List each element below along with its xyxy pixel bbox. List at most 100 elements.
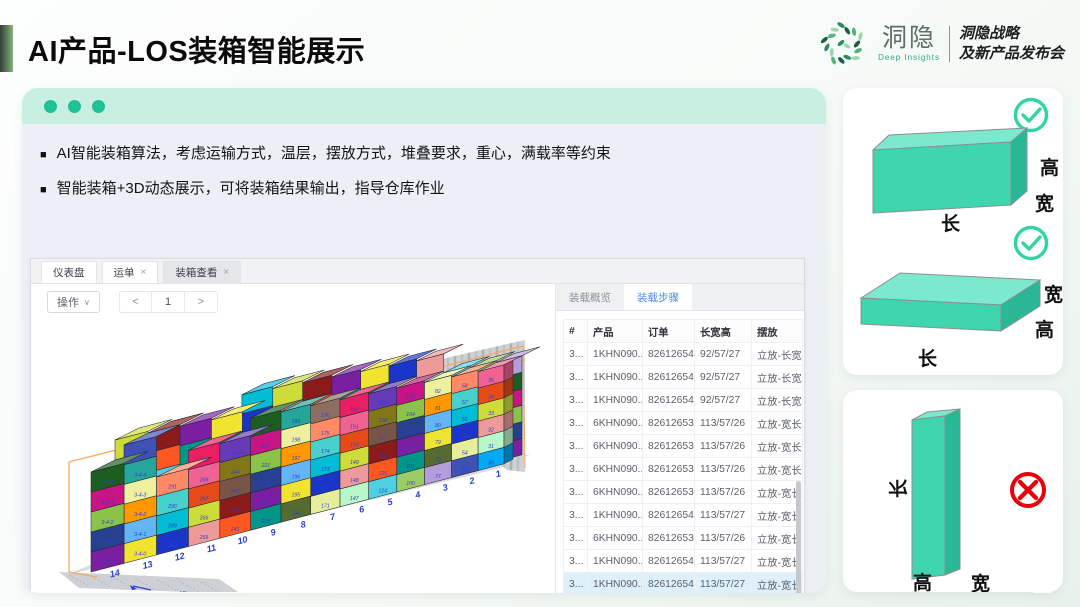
check-icon xyxy=(1016,100,1047,131)
table-cell: 113/57/27 xyxy=(695,573,752,594)
tab-waybill[interactable]: 运单 × xyxy=(102,261,159,283)
table-cell: 立放-长宽 xyxy=(752,343,803,366)
table-row[interactable]: 3...1KHN090...82612654113/57/27立放-宽长 xyxy=(564,550,803,573)
svg-text:101: 101 xyxy=(406,464,415,470)
svg-text:3-4-4: 3-4-4 xyxy=(134,473,146,479)
table-cell: 82612654 xyxy=(643,389,695,412)
svg-text:148: 148 xyxy=(350,478,359,484)
column-header[interactable]: # xyxy=(564,320,588,343)
svg-text:175: 175 xyxy=(321,431,330,437)
column-header[interactable]: 摆放 xyxy=(752,320,803,343)
table-row[interactable]: 3...6KHN090...82612653113/57/26立放-宽长 xyxy=(564,481,803,504)
svg-text:32: 32 xyxy=(488,427,494,433)
column-header[interactable]: 订单 xyxy=(643,320,695,343)
svg-text:218: 218 xyxy=(260,519,270,525)
bullet-icon: ■ xyxy=(40,149,47,161)
logo-mark-icon xyxy=(817,18,869,70)
tab-packing-view[interactable]: 装箱查看 × xyxy=(163,261,241,283)
table-row[interactable]: 3...1KHN090...8261265492/57/27立放-长宽 xyxy=(564,389,803,412)
column-header[interactable]: 产品 xyxy=(588,320,643,343)
svg-text:197: 197 xyxy=(291,456,301,462)
svg-text:245: 245 xyxy=(230,451,240,457)
page-title: AI产品-LOS装箱智能展示 xyxy=(28,28,365,70)
table-cell: 1KHN090... xyxy=(588,389,643,412)
svg-text:8: 8 xyxy=(299,519,306,530)
svg-text:173: 173 xyxy=(321,467,330,473)
tab-load-steps[interactable]: 装载步骤 xyxy=(624,284,692,310)
tab-load-overview[interactable]: 装载概览 xyxy=(556,284,624,310)
svg-text:9: 9 xyxy=(269,527,276,538)
svg-text:82: 82 xyxy=(435,389,441,395)
table-row[interactable]: 3...6KHN090...82612653113/57/26立放-宽长 xyxy=(564,412,803,435)
svg-text:35: 35 xyxy=(488,378,494,384)
svg-text:53: 53 xyxy=(462,467,468,473)
svg-text:194: 194 xyxy=(291,511,300,517)
table-cell: 6KHN090... xyxy=(588,458,643,481)
table-cell: 6KHN090... xyxy=(588,435,643,458)
svg-text:11: 11 xyxy=(206,542,217,554)
svg-text:55: 55 xyxy=(462,434,468,440)
svg-text:13: 13 xyxy=(141,559,153,571)
table-row[interactable]: 3...6KHN090...82612653113/57/26立放-宽长 xyxy=(564,435,803,458)
svg-text:100: 100 xyxy=(406,481,415,487)
svg-text:152: 152 xyxy=(350,407,359,413)
load-steps-panel: 装载概览 装载步骤 #产品订单长宽高摆放 3...1KHN090...82612… xyxy=(555,284,804,593)
table-cell: 113/57/26 xyxy=(695,458,752,481)
svg-text:288: 288 xyxy=(167,543,177,549)
close-icon[interactable]: × xyxy=(141,267,147,278)
brand-event-title: 洞隐战略 及新产品发布会 xyxy=(959,24,1064,65)
table-cell: 113/57/26 xyxy=(695,412,752,435)
table-cell: 113/57/26 xyxy=(695,527,752,550)
svg-text:54: 54 xyxy=(462,450,468,456)
svg-text:3-4-2: 3-4-2 xyxy=(101,520,113,526)
slide: AI产品-LOS装箱智能展示 洞隐 Deep Insights 洞隐战略 及新产… xyxy=(0,0,1080,607)
table-row[interactable]: 3...1KHN090...8261265492/57/27立放-长宽 xyxy=(564,366,803,389)
svg-text:241: 241 xyxy=(230,527,240,533)
label-width: 宽 xyxy=(1044,283,1063,306)
table-cell: 立放-宽长 xyxy=(752,527,803,550)
slide-page-number: 11 xyxy=(1032,577,1052,599)
brand-name-cn: 洞隐 xyxy=(882,26,936,51)
table-cell: 3... xyxy=(564,412,588,435)
table-cell: 立放-宽长 xyxy=(752,573,803,594)
table-row[interactable]: 3...1KHN090...8261265492/57/27立放-长宽 xyxy=(564,343,803,366)
svg-text:147: 147 xyxy=(350,496,360,502)
table-row[interactable]: 3...6KHN090...82612653113/57/26立放-宽长 xyxy=(564,458,803,481)
table-cell: 113/57/27 xyxy=(695,504,752,527)
svg-text:150: 150 xyxy=(350,442,359,448)
table-cell: 1KHN090... xyxy=(588,366,643,389)
svg-text:222: 222 xyxy=(260,444,270,450)
card-header xyxy=(22,88,826,124)
svg-text:5: 5 xyxy=(386,496,394,507)
packing-3d-canvas[interactable]: 3031323334355354555657587778798081821001… xyxy=(33,320,555,592)
page-number-field[interactable]: 1 xyxy=(152,291,185,313)
close-icon[interactable]: × xyxy=(223,267,229,278)
label-height: 高 xyxy=(913,571,932,592)
scrollbar-thumb[interactable] xyxy=(796,481,801,593)
svg-text:6: 6 xyxy=(358,504,366,515)
table-cell: 92/57/27 xyxy=(695,366,752,389)
next-page-button[interactable]: > xyxy=(185,291,218,313)
svg-text:31: 31 xyxy=(488,444,494,450)
svg-text:127: 127 xyxy=(378,436,388,442)
svg-text:104: 104 xyxy=(406,412,415,418)
svg-text:3: 3 xyxy=(442,482,449,493)
box-upright-lengthwise xyxy=(873,128,1027,213)
app-tab-bar: 仪表盘 运单 × 装箱查看 × xyxy=(31,259,804,284)
prev-page-button[interactable]: < xyxy=(119,291,152,313)
column-header[interactable]: 长宽高 xyxy=(695,320,752,343)
bullet-item: ■ 智能装箱+3D动态展示，可将装箱结果输出，指导仓库作业 xyxy=(40,177,826,198)
table-cell: 92/57/27 xyxy=(695,389,752,412)
label-width: 宽 xyxy=(971,572,990,592)
table-cell: 82612653 xyxy=(643,458,695,481)
table-cell: 92/57/27 xyxy=(695,343,752,366)
svg-text:3-4-0: 3-4-0 xyxy=(101,560,113,566)
table-row[interactable]: 3...1KHN090...82612654113/57/27立放-宽长 xyxy=(564,573,803,594)
svg-text:195: 195 xyxy=(291,493,300,499)
table-row[interactable]: 3...1KHN090...82612654113/57/27立放-宽长 xyxy=(564,504,803,527)
table-row[interactable]: 3...6KHN090...82612653113/57/26立放-宽长 xyxy=(564,527,803,550)
tab-dashboard[interactable]: 仪表盘 xyxy=(41,261,97,283)
table-header-row: #产品订单长宽高摆放 xyxy=(564,320,803,343)
action-dropdown-button[interactable]: 操作 ∨ xyxy=(47,291,100,313)
svg-text:125: 125 xyxy=(378,471,387,477)
